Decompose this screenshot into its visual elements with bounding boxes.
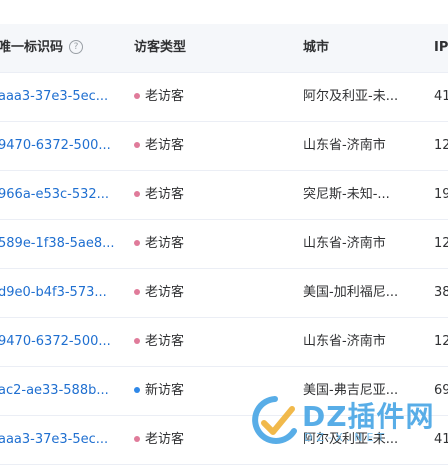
city-cell: 阿尔及利亚-未... — [303, 89, 399, 104]
visitor-id-link[interactable]: aaa3-37e3-5ec... — [0, 416, 116, 464]
city-cell: 美国-加利福尼... — [303, 285, 399, 300]
visitor-id-link[interactable]: 966a-e53c-532... — [0, 171, 116, 219]
old-visitor-dot-icon — [134, 141, 140, 148]
ip-cell: 19 — [434, 187, 448, 202]
visitor-type-label: 老访客 — [145, 334, 185, 349]
header-ip: IP — [434, 40, 448, 55]
old-visitor-dot-icon — [134, 239, 140, 246]
watermark-subtext: DZ-X.NET — [304, 431, 389, 444]
table-row: 9470-6372-500... 老访客 山东省-济南市 12 — [0, 318, 448, 367]
visitor-type-label: 老访客 — [145, 187, 185, 202]
visitor-id-link[interactable]: ac2-ae33-588b... — [0, 367, 116, 415]
table-row: aaa3-37e3-5ec... 老访客 阿尔及利亚-未... 41 — [0, 73, 448, 122]
old-visitor-dot-icon — [134, 435, 140, 442]
ip-cell: 12 — [434, 236, 448, 251]
city-cell: 突尼斯-未知-... — [303, 187, 390, 202]
table-row: d9e0-b4f3-573... 老访客 美国-加利福尼... 38 — [0, 269, 448, 318]
visitor-id-link[interactable]: 9470-6372-500... — [0, 122, 116, 170]
visitor-type-label: 新访客 — [145, 383, 185, 398]
visitor-type-label: 老访客 — [145, 236, 185, 251]
table-row: 966a-e53c-532... 老访客 突尼斯-未知-... 19 — [0, 171, 448, 220]
top-spacer — [0, 0, 448, 24]
old-visitor-dot-icon — [134, 288, 140, 295]
old-visitor-dot-icon — [134, 92, 140, 99]
visitor-type-label: 老访客 — [145, 89, 185, 104]
visitor-id-link[interactable]: aaa3-37e3-5ec... — [0, 73, 116, 121]
header-type: 访客类型 — [134, 40, 187, 55]
visitor-type-cell: 老访客 — [134, 220, 284, 268]
ip-cell: 12 — [434, 138, 448, 153]
visitor-id-link[interactable]: 589e-1f38-5ae8... — [0, 220, 116, 268]
ip-cell: 38 — [434, 285, 448, 300]
city-cell: 山东省-济南市 — [303, 138, 386, 153]
new-visitor-dot-icon — [134, 386, 140, 393]
table-row: 9470-6372-500... 老访客 山东省-济南市 12 — [0, 122, 448, 171]
visitor-type-label: 老访客 — [145, 138, 185, 153]
header-id-label: 唯一标识码 — [0, 40, 64, 55]
city-cell: 山东省-济南市 — [303, 236, 386, 251]
visitor-id-link[interactable]: 9470-6372-500... — [0, 318, 116, 366]
visitor-type-label: 老访客 — [145, 285, 185, 300]
table-row: 589e-1f38-5ae8... 老访客 山东省-济南市 12 — [0, 220, 448, 269]
header-city: 城市 — [303, 40, 330, 55]
watermark-text: DZ插件网 — [302, 400, 435, 433]
header-id: 唯一标识码? — [0, 24, 84, 72]
visitor-type-cell: 老访客 — [134, 318, 284, 366]
visitor-type-label: 老访客 — [145, 432, 185, 447]
visitor-type-cell: 老访客 — [134, 171, 284, 219]
ip-cell: 41 — [434, 89, 448, 104]
visitor-type-cell: 老访客 — [134, 122, 284, 170]
old-visitor-dot-icon — [134, 190, 140, 197]
visitor-table-page: 唯一标识码? 访客类型 城市 IP aaa3-37e3-5ec... 老访客 阿尔及… — [0, 0, 448, 467]
old-visitor-dot-icon — [134, 337, 140, 344]
watermark-logo: DZ插件网 DZ-X.NET — [248, 393, 438, 453]
visitor-type-cell: 老访客 — [134, 73, 284, 121]
question-circle-icon[interactable]: ? — [69, 39, 84, 54]
city-cell: 山东省-济南市 — [303, 334, 386, 349]
visitor-id-link[interactable]: d9e0-b4f3-573... — [0, 269, 116, 317]
visitor-type-cell: 老访客 — [134, 269, 284, 317]
dz-logo-icon — [252, 396, 297, 444]
table-header: 唯一标识码? 访客类型 城市 IP — [0, 24, 448, 73]
ip-cell: 12 — [434, 334, 448, 349]
